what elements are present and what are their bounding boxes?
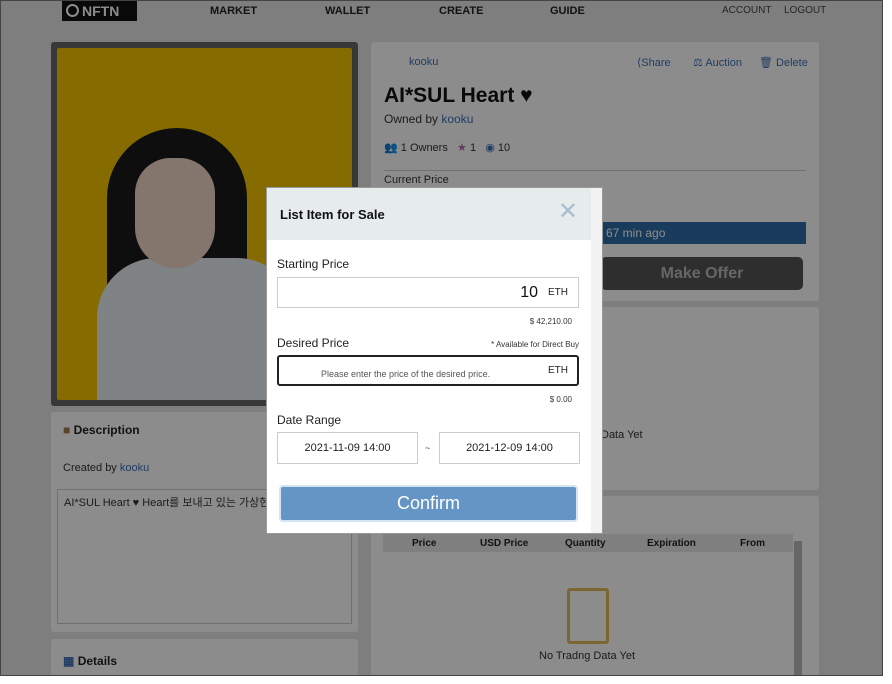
- starting-price-label: Starting Price: [277, 257, 350, 271]
- starting-price-input[interactable]: 10 ETH: [277, 277, 579, 308]
- modal-header: List Item for Sale ✕: [267, 188, 592, 240]
- desired-price-placeholder: Please enter the price of the desired pr…: [321, 369, 491, 379]
- currency-label: ETH: [548, 287, 568, 298]
- date-range-label: Date Range: [277, 413, 342, 427]
- page: NFTN MARKET WALLET CREATE GUIDE ACCOUNT …: [0, 0, 883, 676]
- end-date-input[interactable]: 2021-12-09 14:00: [439, 432, 580, 464]
- direct-buy-note: * Available for Direct Buy: [491, 340, 579, 349]
- modal-title: List Item for Sale: [280, 207, 385, 222]
- starting-price-value: 10: [520, 284, 538, 301]
- starting-usd: $ 42,210.00: [529, 317, 572, 326]
- confirm-button[interactable]: Confirm: [279, 485, 578, 522]
- desired-price-input[interactable]: Please enter the price of the desired pr…: [277, 355, 579, 386]
- date-separator: ~: [425, 443, 431, 453]
- currency-label: ETH: [548, 365, 568, 376]
- desired-usd: $ 0.00: [549, 395, 572, 404]
- close-icon[interactable]: ✕: [558, 200, 578, 224]
- desired-price-label: Desired Price: [277, 336, 350, 350]
- start-date-input[interactable]: 2021-11-09 14:00: [277, 432, 418, 464]
- modal-scrollbar[interactable]: [591, 188, 602, 533]
- list-item-modal: List Item for Sale ✕ Starting Price 10 E…: [266, 187, 603, 534]
